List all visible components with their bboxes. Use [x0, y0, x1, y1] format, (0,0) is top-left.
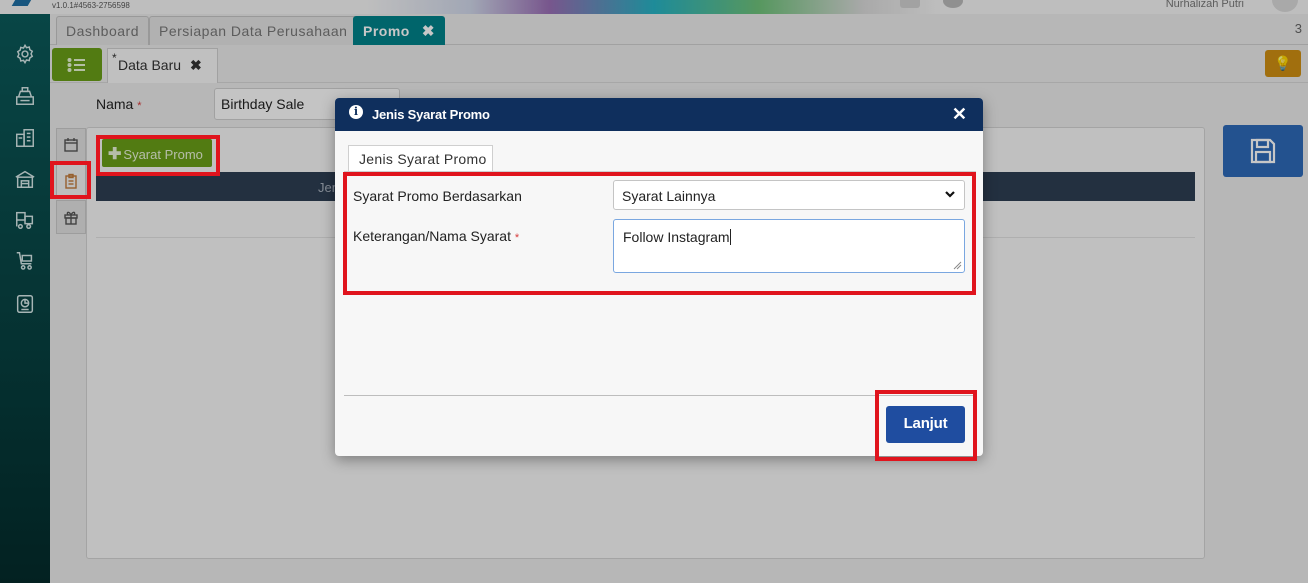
highlight-box [50, 161, 91, 199]
info-icon: i [349, 105, 363, 119]
tab-jenis-syarat-promo[interactable]: Jenis Syarat Promo [348, 145, 493, 172]
close-icon[interactable]: ✕ [952, 104, 967, 125]
highlight-box [343, 172, 976, 295]
dialog-title: Jenis Syarat Promo [372, 107, 490, 122]
dialog-header: i Jenis Syarat Promo ✕ [335, 98, 983, 131]
highlight-box [875, 390, 977, 461]
highlight-box [96, 135, 220, 176]
